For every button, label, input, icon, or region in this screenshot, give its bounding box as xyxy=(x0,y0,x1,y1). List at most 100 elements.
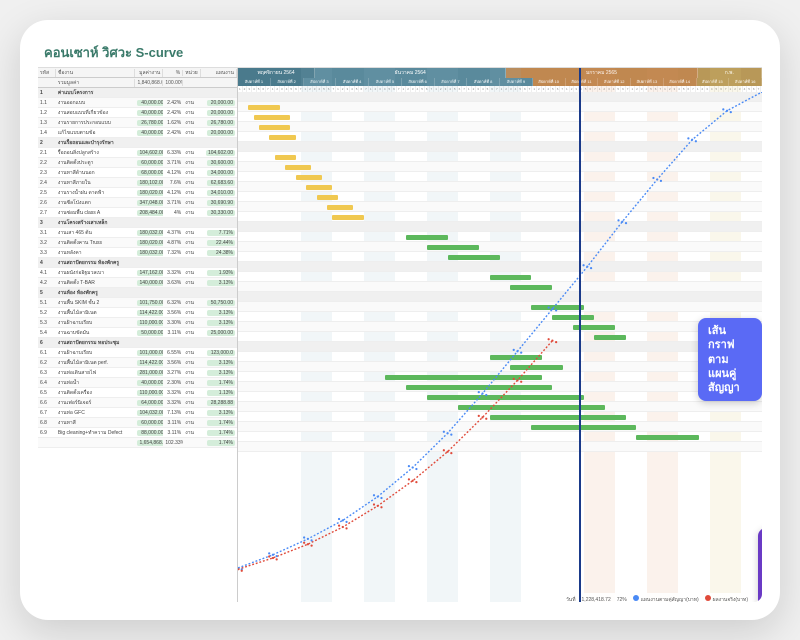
task-row[interactable]: 2.7 งานซ่อมพื้น class A 208,484.00 4% งา… xyxy=(38,208,237,218)
task-row[interactable]: 6.2 งานพื้นไม้ลามิเนต perf. 114,422.00 3… xyxy=(38,358,237,368)
gantt-bar[interactable] xyxy=(552,315,594,320)
gantt-bar[interactable] xyxy=(490,355,542,360)
legend: วันที่ 1,228,418.72 72% แผนงานตามคู่สัญญ… xyxy=(562,593,752,602)
callout-actual: เส้นกราฟ ผลงานจริง xyxy=(758,528,762,602)
task-row[interactable]: 5.1 งานพื้น SKIM ชั้น 2 101,750.00 6.32%… xyxy=(38,298,237,308)
gantt-bar[interactable] xyxy=(594,335,625,340)
gantt-row xyxy=(238,432,762,442)
gantt-row xyxy=(238,232,762,242)
task-row[interactable]: 6.8 งานทาสี 60,000.00 3.11% งาน 1.74% xyxy=(38,418,237,428)
gantt-row xyxy=(238,302,762,312)
gantt-bar[interactable] xyxy=(510,285,552,290)
gantt-bar[interactable] xyxy=(636,435,699,440)
gantt-bar[interactable] xyxy=(317,195,338,200)
col-pct: % xyxy=(163,70,183,76)
gantt-row xyxy=(238,252,762,262)
task-row[interactable]: 4.1 งานผนังก่ออิฐมวลเบา 147,162.00 3.32%… xyxy=(38,268,237,278)
task-row[interactable]: 5 งานห้อง ห้องพักครู xyxy=(38,288,237,298)
total-row: รวมมูลค่า 1,840,868.00 100.00% xyxy=(38,78,237,88)
gantt-row xyxy=(238,272,762,282)
task-row[interactable]: 4 งานสถาปัตยกรรม ห้องพักครู xyxy=(38,258,237,268)
gantt-bar[interactable] xyxy=(406,235,448,240)
task-row[interactable]: 6.3 งานท่อเดินสายไฟ 281,000.00 3.27% งาน… xyxy=(38,368,237,378)
gantt-row xyxy=(238,242,762,252)
gantt-bar[interactable] xyxy=(490,415,626,420)
gantt-row xyxy=(238,362,762,372)
gantt-bar[interactable] xyxy=(285,165,311,170)
gantt-bar[interactable] xyxy=(385,375,542,380)
gantt-bar[interactable] xyxy=(406,385,553,390)
task-row[interactable]: 3.2 งานติดตั้งคาน Truss 180,020.00 4.87%… xyxy=(38,238,237,248)
gantt-area[interactable]: พฤศจิกายน 2564 ธันวาคม 2564 มกราคม 2565 … xyxy=(238,68,762,602)
gantt-bar[interactable] xyxy=(427,395,584,400)
callout-plan: เส้นกราฟตาม แผนคู่สัญญา xyxy=(698,318,762,401)
gantt-row xyxy=(238,372,762,382)
task-row[interactable]: 1.2 งานสอบแบบที่เกี่ยวข้อง 40,000.00 2.4… xyxy=(38,108,237,118)
gantt-row xyxy=(238,262,762,272)
task-row[interactable]: 6.7 งานท่อ GFC 104,032.00 7.13% งาน 3.13… xyxy=(38,408,237,418)
task-row[interactable]: 4.2 งานติดตั้ง T-BAR 140,000.00 3.63% งา… xyxy=(38,278,237,288)
gantt-row xyxy=(238,442,762,452)
gantt-bar[interactable] xyxy=(275,155,296,160)
task-row[interactable]: 2.3 งานทาสีด้านนอก 68,000.00 4.12% งาน 3… xyxy=(38,168,237,178)
gantt-bar[interactable] xyxy=(254,115,291,120)
task-row[interactable]: 6.6 งานเฟอร์นิเจอร์ 64,000.00 3.32% งาน … xyxy=(38,398,237,408)
gantt-bar[interactable] xyxy=(490,275,532,280)
month-cell: ธันวาคม 2564 xyxy=(315,68,506,78)
gantt-bar[interactable] xyxy=(269,135,295,140)
task-row[interactable]: 2 งานรื้อถอนและบำรุงรักษา xyxy=(38,138,237,148)
gantt-row xyxy=(238,312,762,322)
gantt-bar[interactable] xyxy=(531,305,583,310)
gantt-row xyxy=(238,142,762,152)
gantt-bar[interactable] xyxy=(296,175,322,180)
gantt-bar[interactable] xyxy=(327,205,353,210)
task-panel: รหัส ชื่องาน มูลค่างาน % หน่วย แผนงาน รว… xyxy=(38,68,238,602)
gantt-bar[interactable] xyxy=(510,365,562,370)
gantt-row xyxy=(238,402,762,412)
task-row[interactable]: 2.2 งานติดตั้งประตูา 60,000.00 3.71% งาน… xyxy=(38,158,237,168)
gantt-bar[interactable] xyxy=(248,105,279,110)
task-row[interactable]: 1.1 งานออกแบบ 40,000.00 2.42% งาน 20,000… xyxy=(38,98,237,108)
task-row[interactable]: 5.2 งานพื้นไม้ลามิเนต 114,422.00 3.56% ง… xyxy=(38,308,237,318)
total-pct: 100.00% xyxy=(163,80,183,86)
task-row[interactable]: 6.9 Big cleaning+ทำความ Defect 88,000.00… xyxy=(38,428,237,438)
task-row[interactable]: 1.3 งานรายการประกอบแบบ 26,780.00 1.62% ง… xyxy=(38,118,237,128)
task-row[interactable]: 6.4 งานท่อน้ำ 40,000.00 2.30% งาน 1.74% xyxy=(38,378,237,388)
gantt-bar[interactable] xyxy=(306,185,332,190)
task-row[interactable]: 6 งานสถาปัตยกรรม หอประชุม xyxy=(38,338,237,348)
task-row[interactable]: 2.4 งานทาสีภายใน 180,102.00 7.6% งาน 62,… xyxy=(38,178,237,188)
gantt-row xyxy=(238,202,762,212)
task-row[interactable]: 2.6 งานซีลโป่งแตก 347,048.00 3.71% งาน 3… xyxy=(38,198,237,208)
task-row[interactable]: 2.5 งานรางน้ำฝน ดาดฟ้า 180,020.00 4.12% … xyxy=(38,188,237,198)
arrow-actual xyxy=(758,483,762,533)
task-row[interactable]: 5.3 งานฝ้าฉาบเรียบ 110,000.00 3.30% งาน … xyxy=(38,318,237,328)
column-header-row: รหัส ชื่องาน มูลค่างาน % หน่วย แผนงาน xyxy=(38,68,237,78)
gantt-bar[interactable] xyxy=(427,245,479,250)
gantt-bar[interactable] xyxy=(458,405,605,410)
task-row[interactable]: 3 งานโครงสร้างเสาเหล็ก xyxy=(38,218,237,228)
task-row[interactable]: 2.1 รื้อถอนสิ่งปลูกสร้าง 104,602.00 6.33… xyxy=(38,148,237,158)
total-label: รวมมูลค่า xyxy=(56,79,136,87)
gantt-row xyxy=(238,112,762,122)
gantt-row xyxy=(238,192,762,202)
task-row[interactable]: 1 ค่าแบบโครงการ xyxy=(38,88,237,98)
gantt-bar[interactable] xyxy=(531,425,636,430)
task-row[interactable]: 3.3 งานหลังคา 180,032.00 7.32% งาน 24.38… xyxy=(38,248,237,258)
task-row[interactable]: 1,654,868.00 102.33% 1.74% xyxy=(38,438,237,448)
task-row[interactable]: 6.1 งานฝ้าฉาบเรียบ 101,000.00 6.55% งาน … xyxy=(38,348,237,358)
col-id: รหัส xyxy=(38,69,56,77)
sheet-body: รหัส ชื่องาน มูลค่างาน % หน่วย แผนงาน รว… xyxy=(38,68,762,602)
gantt-row xyxy=(238,412,762,422)
gantt-row xyxy=(238,172,762,182)
task-row[interactable]: 3.1 งานเสา 465 ต้น 180,032.00 4.37% งาน … xyxy=(38,228,237,238)
gantt-bar[interactable] xyxy=(259,125,290,130)
gantt-row xyxy=(238,212,762,222)
task-row[interactable]: 5.4 งานฉาบขัดมัน 50,000.00 3.11% งาน 25,… xyxy=(38,328,237,338)
today-line xyxy=(579,68,582,602)
task-row[interactable]: 1.4 แก้ไขแบบตามข้อ 40,000.00 2.42% งาน 2… xyxy=(38,128,237,138)
gantt-row xyxy=(238,332,762,342)
gantt-bar[interactable] xyxy=(332,215,363,220)
gantt-row xyxy=(238,162,762,172)
task-row[interactable]: 6.5 งานติดตั้งเครื่อง 110,000.00 3.32% ง… xyxy=(38,388,237,398)
gantt-bar[interactable] xyxy=(448,255,500,260)
